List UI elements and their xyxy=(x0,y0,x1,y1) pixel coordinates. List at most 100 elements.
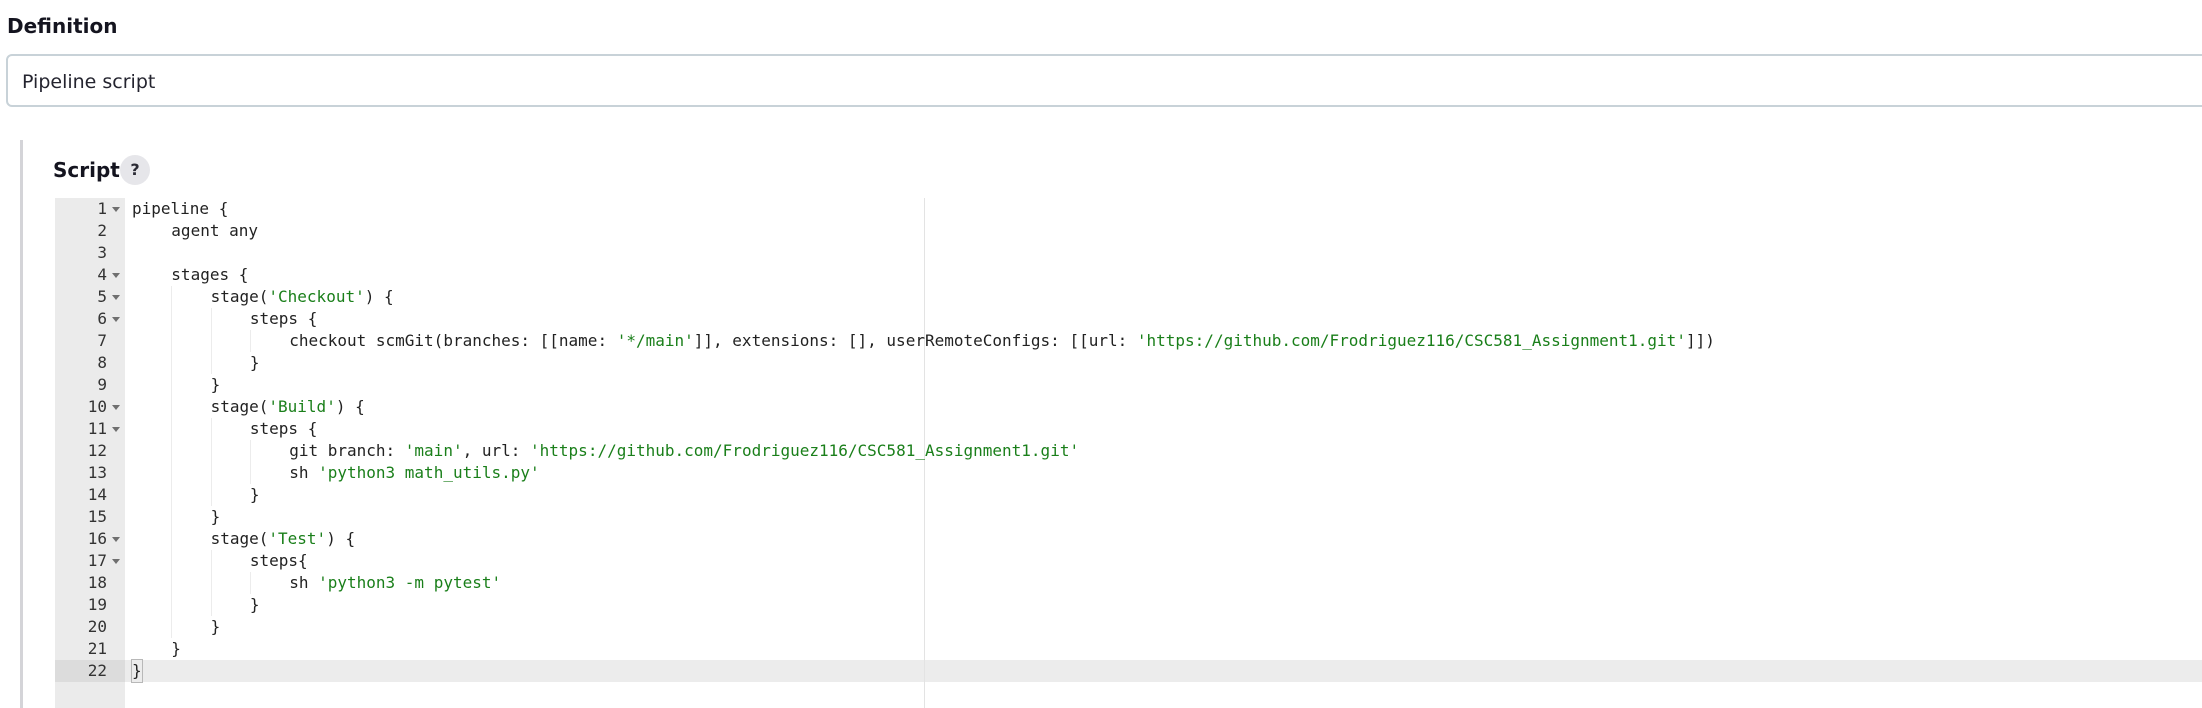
line-code: stage('Checkout') { xyxy=(211,286,394,308)
line-number: 1 xyxy=(97,199,107,218)
string-token: 'https://github.com/Frodriguez116/CSC581… xyxy=(530,441,1080,460)
indent-guide xyxy=(171,374,173,396)
line-number: 2 xyxy=(97,221,107,240)
fold-toggle-icon[interactable] xyxy=(112,273,120,278)
code-token: , url: xyxy=(462,441,531,460)
line-number: 3 xyxy=(97,243,107,262)
fold-toggle-icon[interactable] xyxy=(112,207,120,212)
indent-guide xyxy=(210,440,212,462)
line-code: steps { xyxy=(250,308,317,330)
line-code: stage('Test') { xyxy=(211,528,356,550)
script-editor[interactable]: 1 pipeline {2 agent any 3 4 stages {5 stage('C… xyxy=(55,198,2202,708)
indent-guide xyxy=(171,616,173,638)
fold-toggle-icon[interactable] xyxy=(112,559,120,564)
code-token: git branch: xyxy=(289,441,405,460)
indent-guide xyxy=(171,506,173,528)
fold-toggle-icon[interactable] xyxy=(112,405,120,410)
line-code: pipeline { xyxy=(132,198,228,220)
string-token: 'main' xyxy=(404,441,463,460)
code-token: ) { xyxy=(335,397,365,416)
line-code: sh 'python3 -m pytest' xyxy=(289,572,501,594)
definition-select-value: Pipeline script xyxy=(22,71,156,93)
code-line: 17 steps{ xyxy=(55,550,2202,572)
code-line: 20} xyxy=(55,616,2202,638)
string-token: 'Test' xyxy=(268,529,327,548)
code-line: 9} xyxy=(55,374,2202,396)
line-code: } xyxy=(250,484,260,506)
code-line: 2 agent any xyxy=(55,220,2202,242)
indent-guide xyxy=(171,418,173,440)
code-line: 14} xyxy=(55,484,2202,506)
definition-select[interactable]: Pipeline script xyxy=(6,54,2202,107)
line-code: } xyxy=(250,594,260,616)
code-line: 21} xyxy=(55,638,2202,660)
line-number: 16 xyxy=(87,529,107,548)
string-token: 'Build' xyxy=(268,397,336,416)
code-line: 16 stage('Test') { xyxy=(55,528,2202,550)
indent-guide xyxy=(171,462,173,484)
line-number: 13 xyxy=(87,463,107,482)
string-token: 'https://github.com/Frodriguez116/CSC581… xyxy=(1136,331,1686,350)
code-line: 11 steps { xyxy=(55,418,2202,440)
line-number: 21 xyxy=(87,639,107,658)
code-token: } xyxy=(131,659,143,683)
code-line: 6 steps { xyxy=(55,308,2202,330)
line-number: 14 xyxy=(87,485,107,504)
code-token: ) { xyxy=(326,529,356,548)
code-token: sh xyxy=(289,463,319,482)
indent-guide xyxy=(171,396,173,418)
code-token: } xyxy=(210,617,221,636)
string-token: 'Checkout' xyxy=(268,287,365,306)
line-code: checkout scmGit(branches: [[name: '*/mai… xyxy=(289,330,1715,352)
line-code: stage('Build') { xyxy=(211,396,365,418)
script-help-button[interactable]: ? xyxy=(120,155,150,185)
definition-label: Definition xyxy=(7,14,118,38)
code-lines: 1 pipeline {2 agent any 3 4 stages {5 stage('C… xyxy=(55,198,2202,683)
code-token: stages { xyxy=(171,265,249,284)
code-line: 13 sh 'python3 math_utils.py' xyxy=(55,462,2202,484)
indent-guide xyxy=(171,308,173,330)
indent-guide xyxy=(171,594,173,616)
code-token: agent any xyxy=(171,221,258,240)
fold-toggle-icon[interactable] xyxy=(112,427,120,432)
line-number: 20 xyxy=(87,617,107,636)
indent-guide xyxy=(171,484,173,506)
string-token: 'python3 math_utils.py' xyxy=(318,463,540,482)
indent-guide xyxy=(210,418,212,440)
code-line: 4 stages { xyxy=(55,264,2202,286)
code-token: steps{ xyxy=(249,551,308,570)
code-token: { xyxy=(218,199,229,218)
fold-toggle-icon[interactable] xyxy=(112,537,120,542)
fold-toggle-icon[interactable] xyxy=(112,295,120,300)
code-token: checkout scmGit(branches: [[name: xyxy=(289,331,617,350)
indent-guide xyxy=(210,484,212,506)
code-line: 8} xyxy=(55,352,2202,374)
line-code: steps { xyxy=(250,418,317,440)
code-token: } xyxy=(171,639,181,658)
code-token: } xyxy=(210,375,221,394)
line-code: agent any xyxy=(171,220,258,242)
code-line: 19} xyxy=(55,594,2202,616)
line-number: 11 xyxy=(87,419,107,438)
code-token: ]]) xyxy=(1685,331,1715,350)
code-token: steps { xyxy=(249,419,318,438)
indent-guide xyxy=(249,572,251,594)
indent-guide xyxy=(210,462,212,484)
line-number: 5 xyxy=(97,287,107,306)
indent-guide xyxy=(171,528,173,550)
indent-guide xyxy=(210,550,212,572)
fold-toggle-icon[interactable] xyxy=(112,317,120,322)
code-line: 10 stage('Build') { xyxy=(55,396,2202,418)
code-token: } xyxy=(210,507,221,526)
line-number: 17 xyxy=(87,551,107,570)
indent-guide xyxy=(210,352,212,374)
indent-guide xyxy=(249,440,251,462)
code-token: stage( xyxy=(210,397,269,416)
line-number: 10 xyxy=(87,397,107,416)
line-number: 9 xyxy=(97,375,107,394)
script-section-rail xyxy=(20,140,23,708)
string-token: '*/main' xyxy=(616,331,694,350)
indent-guide xyxy=(210,572,212,594)
code-line: 5 stage('Checkout') { xyxy=(55,286,2202,308)
line-number: 12 xyxy=(87,441,107,460)
